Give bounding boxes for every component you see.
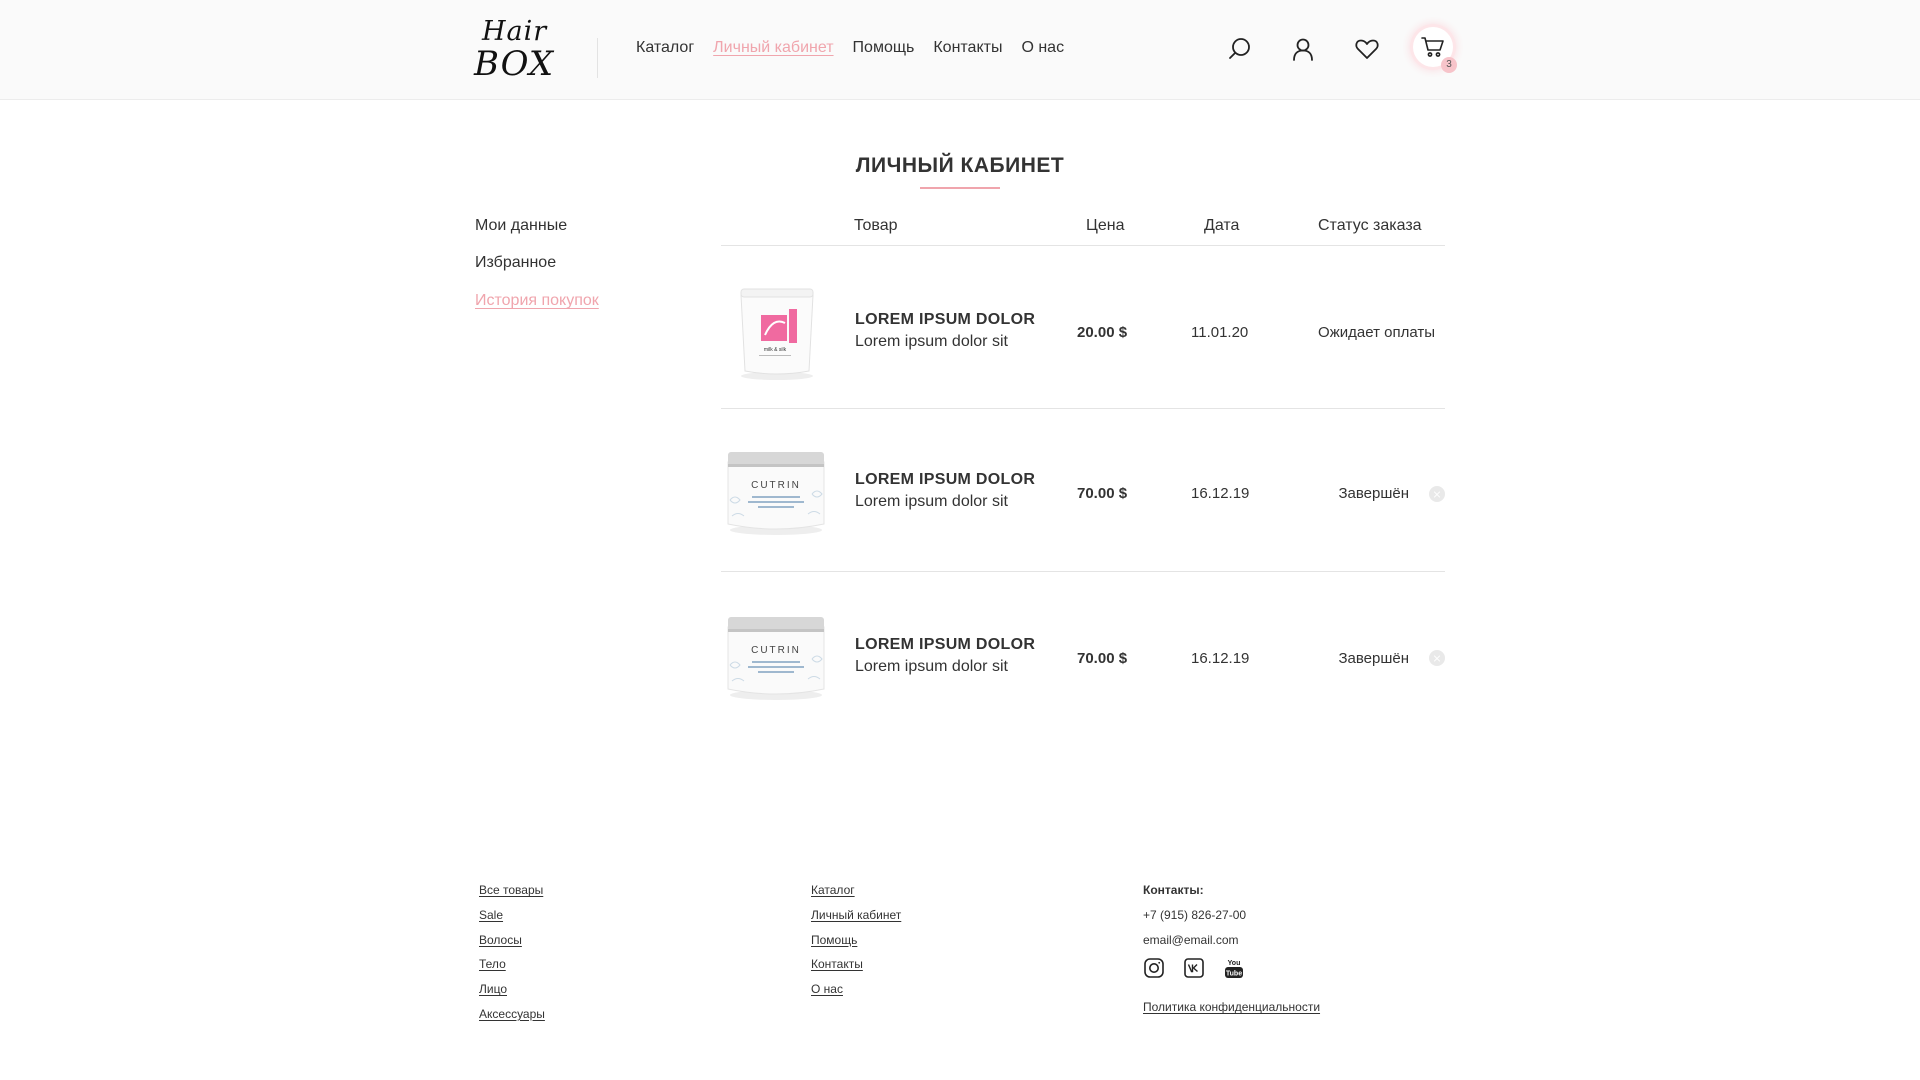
footer-email[interactable]: email@email.com [1143,928,1246,953]
footer-column-categories: Все товары Sale Волосы Тело Лицо Аксессу… [479,878,545,1027]
footer-link-about[interactable]: О нас [811,977,901,1002]
cart-icon [1421,37,1444,57]
row-divider [721,408,1445,409]
product-brand-label: milk & silk [764,347,787,353]
order-status: Ожидает оплаты [1318,324,1435,341]
product-image[interactable]: CUTRIN [726,444,826,544]
nav-catalog[interactable]: Каталог [636,39,694,57]
footer-contacts-title: Контакты: [1143,883,1204,897]
header-divider [597,38,598,78]
sidebar-item-favorites[interactable]: Избранное [475,254,556,272]
main-nav: Каталог Личный кабинет Помощь Контакты О… [636,39,1064,57]
footer-link-contacts[interactable]: Контакты [811,952,901,977]
column-header-date: Дата [1204,217,1240,234]
footer-column-contacts: Контакты: +7 (915) 826-27-00 email@email… [1143,878,1246,952]
instagram-icon[interactable] [1143,957,1165,979]
cart-count-badge: 3 [1441,57,1457,73]
footer-link-account[interactable]: Личный кабинет [811,903,901,928]
site-header: Hair BOX Каталог Личный кабинет Помощь К… [0,0,1920,100]
heart-icon[interactable] [1354,36,1380,62]
svg-text:Tube: Tube [1226,971,1242,978]
footer-link-body[interactable]: Тело [479,952,545,977]
sidebar-item-my-data[interactable]: Мои данные [475,217,567,235]
footer-link-sale[interactable]: Sale [479,903,545,928]
footer-link-catalog[interactable]: Каталог [811,878,901,903]
nav-about[interactable]: О нас [1021,39,1064,57]
footer-link-accessories[interactable]: Аксессуары [479,1002,545,1027]
nav-account[interactable]: Личный кабинет [713,39,833,57]
product-image[interactable]: CUTRIN [726,609,826,709]
nav-contacts[interactable]: Контакты [933,39,1002,57]
order-status: Завершён [1338,650,1409,667]
column-header-product: Товар [854,217,898,234]
footer-phone[interactable]: +7 (915) 826-27-00 [1143,903,1246,928]
order-date: 16.12.19 [1191,650,1250,667]
social-links: You Tube [1143,957,1245,979]
order-date: 16.12.19 [1191,485,1250,502]
title-underline [920,187,1000,189]
footer-link-hair[interactable]: Волосы [479,928,545,953]
privacy-policy-link[interactable]: Политика конфиденциальности [1143,1000,1320,1014]
column-header-status: Статус заказа [1318,217,1422,234]
logo-text-top: Hair [482,16,548,47]
footer-link-all-products[interactable]: Все товары [479,878,545,903]
page-title: ЛИЧНЫЙ КАБИНЕТ [855,154,1065,177]
product-brand-label: CUTRIN [751,480,801,491]
order-status: Завершён [1338,485,1409,502]
search-icon[interactable] [1227,36,1253,62]
remove-order-button[interactable] [1429,650,1445,666]
product-description: Lorem ipsum dolor sit [855,333,1008,350]
row-divider [721,571,1445,572]
nav-help[interactable]: Помощь [853,39,915,57]
footer-link-help[interactable]: Помощь [811,928,901,953]
product-image[interactable]: milk & silk [727,283,827,383]
hairbox-logo[interactable]: Hair BOX [474,16,555,84]
product-description: Lorem ipsum dolor sit [855,658,1008,675]
product-name[interactable]: LOREM IPSUM DOLOR [855,636,1035,654]
logo-text-bottom: BOX [474,44,555,84]
column-header-price: Цена [1086,217,1125,234]
svg-text:You: You [1228,960,1241,967]
user-icon[interactable] [1290,36,1316,62]
remove-order-button[interactable] [1429,486,1445,502]
vk-icon[interactable] [1183,957,1205,979]
product-name[interactable]: LOREM IPSUM DOLOR [855,311,1035,329]
sidebar-item-purchase-history[interactable]: История покупок [475,292,599,310]
order-price: 20.00 $ [1077,324,1128,341]
order-price: 70.00 $ [1077,485,1128,502]
product-name[interactable]: LOREM IPSUM DOLOR [855,471,1035,489]
youtube-icon[interactable]: You Tube [1223,957,1245,979]
footer-column-navigation: Каталог Личный кабинет Помощь Контакты О… [811,878,901,1002]
footer-link-face[interactable]: Лицо [479,977,545,1002]
order-date: 11.01.20 [1191,324,1249,341]
header-divider-line [721,245,1445,246]
order-price: 70.00 $ [1077,650,1128,667]
product-brand-label: CUTRIN [751,645,801,656]
product-description: Lorem ipsum dolor sit [855,493,1008,510]
